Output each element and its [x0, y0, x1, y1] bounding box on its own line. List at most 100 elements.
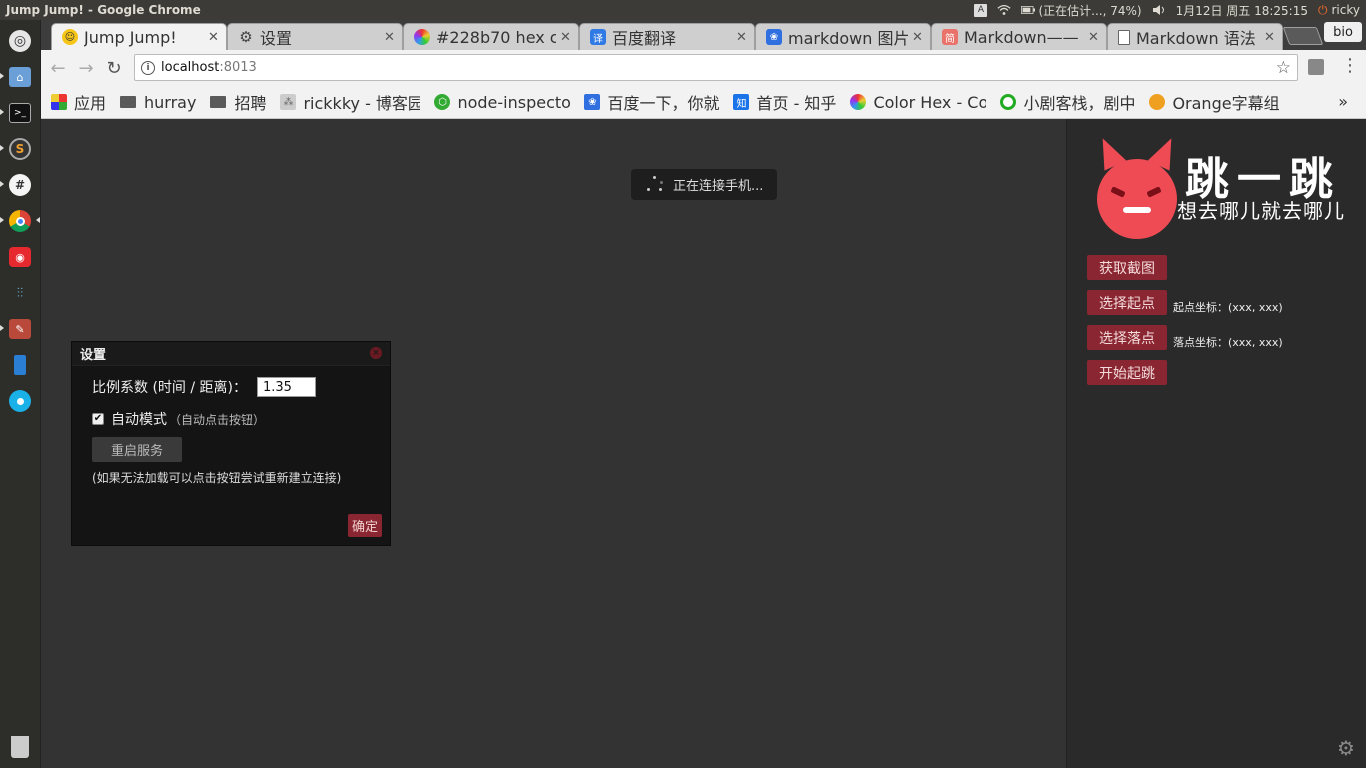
- window-title: Jump Jump! - Google Chrome: [6, 3, 201, 17]
- bookmark-cnblogs[interactable]: ⁂ rickkky - 博客园: [280, 90, 420, 114]
- bookmark-orange-sub[interactable]: Orange字幕组: [1149, 90, 1280, 114]
- tab-settings[interactable]: ⚙ 设置 ✕: [227, 23, 403, 50]
- toast-text: 正在连接手机...: [673, 179, 764, 194]
- bookmarks-overflow-button[interactable]: »: [1338, 92, 1348, 111]
- bookmark-apps[interactable]: 应用: [51, 90, 106, 114]
- tab-markdown-jianshu[interactable]: 简 Markdown—— ✕: [931, 23, 1107, 50]
- tab-colorhex[interactable]: #228b70 hex c ✕: [403, 23, 579, 50]
- trash-icon[interactable]: [5, 732, 35, 762]
- tab-markdown-syntax[interactable]: Markdown 语法 ✕: [1107, 23, 1283, 50]
- phone-icon[interactable]: [5, 350, 35, 380]
- ratio-input[interactable]: [257, 377, 316, 397]
- url-host: localhost: [161, 60, 220, 75]
- gear-icon[interactable]: ⚙: [1337, 736, 1355, 760]
- new-tab-button[interactable]: [1282, 27, 1324, 45]
- bookmark-node-inspector[interactable]: ⬡ node-inspecto: [434, 93, 570, 112]
- auto-mode-checkbox[interactable]: ✔: [92, 413, 104, 425]
- hashtag-app-icon[interactable]: #: [5, 170, 35, 200]
- node-icon: ⬡: [434, 94, 451, 110]
- close-icon[interactable]: ✕: [1088, 30, 1100, 45]
- bookmark-xiaoju[interactable]: 小剧客栈，剧中: [1000, 90, 1135, 114]
- files-icon[interactable]: ⌂: [5, 62, 35, 92]
- tab-title: 百度翻译: [612, 29, 677, 48]
- close-icon[interactable]: ✕: [384, 30, 396, 45]
- control-panel: 跳一跳 想去哪儿就去哪儿 获取截图 选择起点 起点坐标：(xxx, xxx) 选…: [1066, 119, 1366, 768]
- tab-strip: ☺ Jump Jump! ✕ ⚙ 设置 ✕ #228b70 hex c ✕ 译 …: [41, 20, 1366, 50]
- doc-icon: [1118, 29, 1130, 45]
- jianshu-icon: 简: [942, 29, 958, 45]
- bookmark-recruit[interactable]: 招聘: [210, 90, 266, 114]
- editor-icon[interactable]: ✎: [5, 314, 35, 344]
- ubuntu-dash-icon[interactable]: ◎: [5, 26, 35, 56]
- wifi-icon[interactable]: [997, 4, 1012, 16]
- clock[interactable]: 1月12日 周五 18:25:15: [1176, 2, 1308, 19]
- baidu-paw-icon: ❀: [584, 94, 601, 110]
- apps-grid-icon: [51, 94, 67, 110]
- user-name: ricky: [1331, 3, 1361, 17]
- close-icon[interactable]: ✕: [912, 30, 924, 45]
- info-icon[interactable]: i: [141, 60, 155, 75]
- restart-service-button[interactable]: 重启服务: [92, 437, 182, 462]
- get-screenshot-button[interactable]: 获取截图: [1087, 255, 1167, 280]
- sublime-text-icon[interactable]: S: [5, 134, 35, 164]
- forward-arrow-icon[interactable]: →: [73, 55, 99, 81]
- bookmark-label: 首页 - 知乎: [756, 94, 837, 113]
- close-icon[interactable]: ✕: [1264, 30, 1276, 45]
- folder-icon: [210, 96, 227, 108]
- input-method-icon[interactable]: A: [974, 3, 988, 17]
- bookmark-zhihu[interactable]: 知 首页 - 知乎: [733, 90, 836, 114]
- bookmark-colorhex[interactable]: Color Hex - Co: [850, 93, 986, 112]
- bookmark-baidu[interactable]: ❀ 百度一下，你就: [584, 90, 719, 114]
- session-menu[interactable]: ⏻ ricky: [1318, 3, 1360, 18]
- terminal-icon[interactable]: >_: [5, 98, 35, 128]
- tab-markdown-image[interactable]: ❀ markdown 图片 ✕: [755, 23, 931, 50]
- address-bar[interactable]: i localhost:8013 ☆: [134, 54, 1298, 81]
- profile-button[interactable]: bio: [1324, 22, 1362, 42]
- folder-icon: [120, 96, 137, 108]
- extension-icon[interactable]: [1308, 59, 1324, 75]
- select-start-button[interactable]: 选择起点: [1087, 290, 1167, 315]
- battery-icon: [1021, 4, 1036, 16]
- browser-toolbar: ← → ↻ i localhost:8013 ☆ ⋮: [41, 50, 1366, 86]
- translate-icon: 译: [590, 29, 606, 45]
- screen-area[interactable]: 正在连接手机... 设置 × 比例系数 (时间 / 距离)： ✔ 自动模式 （自…: [41, 119, 1066, 768]
- devil-face-icon: [1097, 159, 1177, 239]
- close-icon[interactable]: ✕: [560, 30, 572, 45]
- logo-subtitle: 想去哪儿就去哪儿: [1177, 199, 1345, 223]
- tab-baidu-translate[interactable]: 译 百度翻译 ✕: [579, 23, 755, 50]
- start-jump-button[interactable]: 开始起跳: [1087, 360, 1167, 385]
- bookmark-label: Color Hex - Co: [873, 92, 987, 112]
- bookmark-label: node-inspecto: [457, 92, 571, 112]
- back-arrow-icon[interactable]: ←: [45, 55, 71, 81]
- system-indicators: A (正在估计..., 74%) 1月12日 周五 18:25:15 ⏻ ric…: [974, 2, 1366, 19]
- gear-icon: ⚙: [239, 28, 253, 46]
- bookmark-hurray[interactable]: hurray: [120, 93, 196, 112]
- dialog-header: 设置: [72, 342, 390, 366]
- chrome-icon[interactable]: [5, 206, 35, 236]
- power-icon: ⏻: [1318, 2, 1328, 17]
- auto-mode-hint: （自动点击按钮）: [169, 412, 266, 427]
- netease-music-icon[interactable]: ◉: [5, 242, 35, 272]
- select-end-button[interactable]: 选择落点: [1087, 325, 1167, 350]
- auto-mode-row[interactable]: ✔ 自动模式 （自动点击按钮）: [92, 409, 265, 429]
- circle-app-icon[interactable]: [5, 386, 35, 416]
- bookmark-star-icon[interactable]: ☆: [1276, 58, 1291, 78]
- bookmark-label: Orange字幕组: [1172, 94, 1280, 113]
- close-icon[interactable]: ✕: [208, 30, 220, 45]
- menu-kebab-icon[interactable]: ⋮: [1341, 56, 1359, 78]
- settings-tool-icon[interactable]: ⫶⫶: [5, 278, 35, 308]
- connecting-toast: 正在连接手机...: [631, 169, 777, 200]
- system-top-panel: Jump Jump! - Google Chrome A (正在估计..., 7…: [0, 0, 1366, 20]
- reload-icon[interactable]: ↻: [101, 55, 127, 81]
- tab-title: #228b70 hex c: [436, 27, 556, 47]
- page-content: 正在连接手机... 设置 × 比例系数 (时间 / 距离)： ✔ 自动模式 （自…: [41, 119, 1366, 768]
- close-icon[interactable]: ×: [370, 347, 382, 359]
- bookmark-label: 百度一下，你就: [607, 94, 720, 113]
- close-icon[interactable]: ✕: [736, 30, 748, 45]
- tab-jump-jump[interactable]: ☺ Jump Jump! ✕: [51, 23, 227, 50]
- unity-launcher: ◎ ⌂ >_ S # ◉ ⫶⫶ ✎: [0, 20, 41, 768]
- colorhex-icon: [850, 94, 867, 110]
- volume-icon[interactable]: [1152, 4, 1166, 16]
- battery-indicator[interactable]: (正在估计..., 74%): [1021, 2, 1142, 19]
- confirm-button[interactable]: 确定: [348, 514, 382, 537]
